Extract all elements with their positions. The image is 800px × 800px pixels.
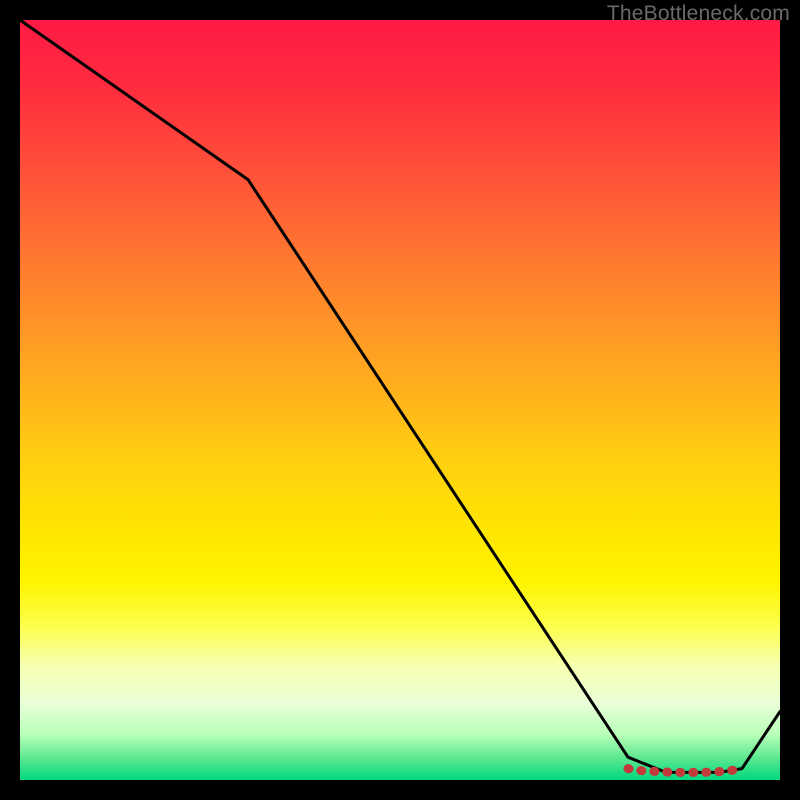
chart-plot-area bbox=[20, 20, 780, 780]
watermark-text: TheBottleneck.com bbox=[607, 2, 790, 26]
chart-container: TheBottleneck.com bbox=[0, 0, 800, 800]
